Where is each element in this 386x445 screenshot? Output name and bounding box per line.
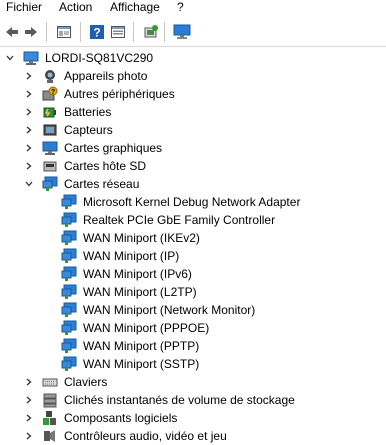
network-adapter-item[interactable]: Microsoft Kernel Debug Network Adapter — [0, 193, 386, 211]
expand-chevron-icon[interactable] — [23, 376, 35, 388]
network-adapter-item[interactable]: WAN Miniport (PPTP) — [0, 337, 386, 355]
update-driver-icon[interactable] — [142, 23, 160, 41]
network-adapter-label: WAN Miniport (IKEv2) — [83, 231, 200, 245]
tree-item-cliches-instantanes[interactable]: Clichés instantanés de volume de stockag… — [0, 391, 386, 409]
network-adapter-item[interactable]: WAN Miniport (PPPOE) — [0, 319, 386, 337]
network-adapter-icon — [61, 302, 77, 318]
network-adapter-icon — [61, 194, 77, 210]
network-adapter-icon — [61, 230, 77, 246]
expand-chevron-icon[interactable] — [23, 70, 35, 82]
network-adapter-label: WAN Miniport (PPPOE) — [83, 321, 210, 335]
tree-item-cartes-graphiques[interactable]: Cartes graphiques — [0, 139, 386, 157]
network-adapter-icon — [61, 248, 77, 264]
tree-item-label: Batteries — [64, 105, 112, 119]
network-adapter-label: WAN Miniport (IPv6) — [83, 267, 192, 281]
network-adapter-item[interactable]: WAN Miniport (L2TP) — [0, 283, 386, 301]
expand-chevron-icon[interactable] — [23, 88, 35, 100]
tree-item-capteurs[interactable]: Capteurs — [0, 121, 386, 139]
network-adapter-item[interactable]: WAN Miniport (IP) — [0, 247, 386, 265]
collapse-chevron-icon[interactable] — [4, 52, 16, 64]
properties-icon[interactable] — [55, 23, 73, 41]
menu-help[interactable]: ? — [177, 0, 184, 14]
sensor-icon — [42, 122, 58, 138]
device-tree: LORDI-SQ81VC290 Appareils photo ? Autres… — [0, 46, 386, 443]
network-adapter-item[interactable]: WAN Miniport (Network Monitor) — [0, 301, 386, 319]
tree-item-label: Claviers — [64, 375, 108, 389]
network-adapter-item[interactable]: WAN Miniport (SSTP) — [0, 355, 386, 373]
network-adapter-icon — [42, 176, 58, 192]
storage-snapshot-icon — [42, 392, 58, 408]
expand-chevron-icon[interactable] — [23, 160, 35, 172]
tree-item-autres-peripheriques[interactable]: ? Autres périphériques — [0, 85, 386, 103]
tree-root-label: LORDI-SQ81VC290 — [45, 51, 154, 65]
network-adapter-label: WAN Miniport (Network Monitor) — [83, 303, 256, 317]
tree-item-composants-logiciels[interactable]: Composants logiciels — [0, 409, 386, 427]
back-arrow-icon[interactable] — [3, 23, 21, 41]
keyboard-icon — [42, 374, 58, 390]
menu-fichier[interactable]: Fichier — [6, 0, 42, 14]
network-adapter-icon — [61, 212, 77, 228]
network-adapter-item[interactable]: Realtek PCIe GbE Family Controller — [0, 211, 386, 229]
tree-item-label: Appareils photo — [64, 69, 148, 83]
network-adapter-item[interactable]: WAN Miniport (IPv6) — [0, 265, 386, 283]
software-component-icon — [42, 410, 58, 426]
tree-item-label: Capteurs — [64, 123, 113, 137]
view-icon[interactable] — [109, 23, 127, 41]
menu-affichage[interactable]: Affichage — [110, 0, 160, 14]
toolbar-separator — [164, 22, 165, 42]
menu-bar: Fichier Action Affichage ? — [0, 0, 386, 17]
tree-item-batteries[interactable]: Batteries — [0, 103, 386, 121]
expand-chevron-icon[interactable] — [23, 412, 35, 424]
computer-monitor-icon[interactable] — [173, 23, 191, 41]
network-adapter-label: WAN Miniport (IP) — [83, 249, 180, 263]
expand-chevron-icon[interactable] — [23, 394, 35, 406]
sd-host-icon — [42, 158, 58, 174]
expand-chevron-icon[interactable] — [23, 106, 35, 118]
network-adapter-icon — [61, 266, 77, 282]
expand-chevron-icon[interactable] — [23, 430, 35, 442]
toolbar-separator — [46, 22, 47, 42]
network-adapter-icon — [61, 320, 77, 336]
tree-item-label: Clichés instantanés de volume de stockag… — [64, 393, 295, 407]
toolbar-separator — [80, 22, 81, 42]
svg-text:?: ? — [93, 26, 100, 40]
tree-item-label: Composants logiciels — [64, 411, 178, 425]
tree-item-cartes-hote-sd[interactable]: Cartes hôte SD — [0, 157, 386, 175]
camera-icon — [42, 68, 58, 84]
tree-item-label: Cartes hôte SD — [64, 159, 147, 173]
expand-chevron-icon[interactable] — [23, 124, 35, 136]
tree-item-label: Autres périphériques — [64, 87, 175, 101]
display-adapter-icon — [42, 140, 58, 156]
tree-item-controleurs-audio[interactable]: Contrôleurs audio, vidéo et jeu — [0, 427, 386, 445]
network-adapter-item[interactable]: WAN Miniport (IKEv2) — [0, 229, 386, 247]
tree-item-claviers[interactable]: Claviers — [0, 373, 386, 391]
audio-controller-icon — [42, 428, 58, 444]
expand-chevron-icon[interactable] — [23, 142, 35, 154]
svg-text:?: ? — [51, 89, 55, 96]
computer-icon — [23, 50, 39, 66]
network-adapter-label: WAN Miniport (PPTP) — [83, 339, 200, 353]
network-adapter-icon — [61, 356, 77, 372]
tree-item-appareils-photo[interactable]: Appareils photo — [0, 67, 386, 85]
tree-item-cartes-reseau[interactable]: Cartes réseau — [0, 175, 386, 193]
toolbar: ? — [0, 17, 386, 47]
unknown-device-icon: ? — [42, 86, 58, 102]
network-adapter-label: WAN Miniport (SSTP) — [83, 357, 200, 371]
network-adapter-label: WAN Miniport (L2TP) — [83, 285, 197, 299]
network-adapter-label: Realtek PCIe GbE Family Controller — [83, 213, 276, 227]
toolbar-separator — [133, 22, 134, 42]
network-adapter-label: Microsoft Kernel Debug Network Adapter — [83, 195, 301, 209]
tree-item-label: Contrôleurs audio, vidéo et jeu — [64, 429, 227, 443]
forward-arrow-icon[interactable] — [22, 23, 40, 41]
network-adapter-icon — [61, 338, 77, 354]
menu-action[interactable]: Action — [59, 0, 92, 14]
tree-item-label: Cartes réseau — [64, 177, 140, 191]
help-icon[interactable]: ? — [88, 23, 106, 41]
network-adapter-icon — [61, 284, 77, 300]
tree-root[interactable]: LORDI-SQ81VC290 — [0, 49, 386, 67]
collapse-chevron-icon[interactable] — [23, 178, 35, 190]
tree-item-label: Cartes graphiques — [64, 141, 163, 155]
battery-icon — [42, 104, 58, 120]
